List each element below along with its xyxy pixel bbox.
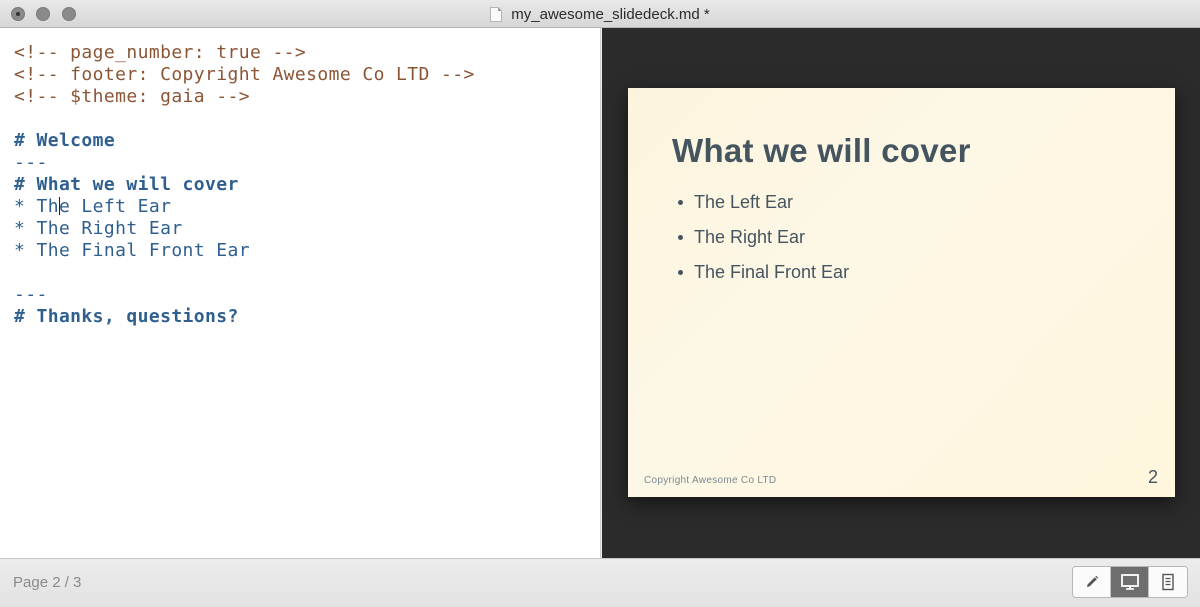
monitor-icon [1120,574,1139,590]
slide-bullet: The Right Ear [678,224,849,259]
editor-line: <!-- footer: Copyright Awesome Co LTD --… [14,64,475,85]
slide-bullet-list: The Left Ear The Right Ear The Final Fro… [678,189,849,294]
cursor-line-suffix: e Left Ear [58,196,172,217]
editor-line: * The Right Ear [14,218,183,239]
document-icon [1162,573,1174,591]
editor-line: # Welcome [14,130,116,151]
pencil-icon [1086,575,1098,587]
editor-line-with-cursor: * The Left Ear [14,196,600,218]
cursor-line-prefix: * Th [14,196,59,217]
editor-line: <!-- page_number: true --> [14,42,307,63]
slide-preview-pane: What we will cover The Left Ear The Righ… [602,28,1200,558]
editor-line: --- [14,284,48,305]
editor-line: <!-- $theme: gaia --> [14,86,250,107]
slide-view-button[interactable] [1111,567,1149,597]
slide-preview: What we will cover The Left Ear The Righ… [628,88,1175,497]
markdown-editor[interactable]: <!-- page_number: true --> <!-- footer: … [0,28,601,558]
editor-line: * The Final Front Ear [14,240,250,261]
window-title-group: my_awesome_slidedeck.md * [0,0,1200,28]
title-bar: my_awesome_slidedeck.md * [0,0,1200,28]
slide-title: What we will cover [672,132,971,169]
markdown-view-button[interactable] [1073,567,1111,597]
window-title: my_awesome_slidedeck.md * [511,5,710,23]
status-bar: Page 2 / 3 [0,558,1200,607]
document-view-button[interactable] [1149,567,1187,597]
editor-line: # Thanks, questions? [14,306,239,327]
slide-page-number: 2 [1147,467,1158,487]
editor-line: # What we will cover [14,174,239,195]
view-mode-toggle [1072,566,1188,598]
slide-bullet: The Final Front Ear [678,259,849,294]
slide-bullet: The Left Ear [678,189,849,224]
slide-footer: Copyright Awesome Co LTD [644,475,777,486]
document-icon [490,6,503,22]
page-indicator: Page 2 / 3 [13,574,82,591]
editor-line: --- [14,152,48,173]
